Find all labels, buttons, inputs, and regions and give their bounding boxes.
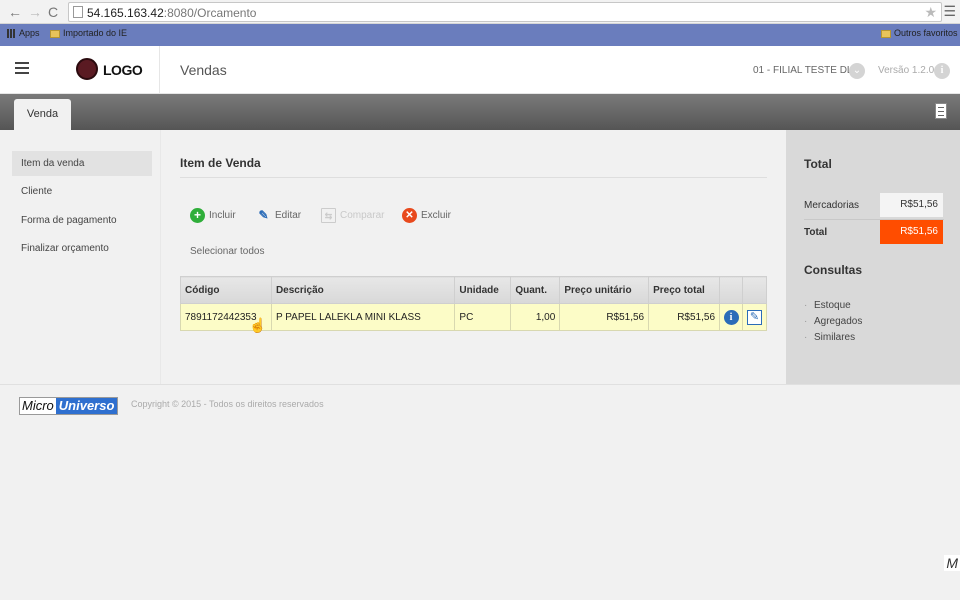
page-icon [73,6,83,18]
folder-icon [881,29,891,38]
star-icon[interactable]: ★ [924,4,937,21]
branch-selector[interactable]: 01 - FILIAL TESTE DLL [753,65,858,76]
column-header-info [719,276,743,304]
logo-text: LOGO [103,62,143,78]
pointer-cursor-icon: ☝ [249,317,267,333]
corner-letter: M [944,555,960,571]
column-header-unidade[interactable]: Unidade [454,276,512,304]
total-label: Total [804,227,828,238]
mercadorias-value: R$51,56 [880,193,943,217]
link-agregados[interactable]: Agregados [804,316,862,327]
url-input[interactable]: 54.165.163.42:8080/Orcamento ★ [68,2,942,22]
sidebar-item-cliente[interactable]: Cliente [12,179,152,204]
sidebar-item-item-da-venda[interactable]: Item da venda [12,151,152,176]
sidebar-item-finalizar-orcamento[interactable]: Finalizar orçamento [12,236,152,261]
column-header-descricao[interactable]: Descrição [270,276,456,304]
column-header-codigo[interactable]: Código [180,276,272,304]
edit-icon[interactable]: ✎ [746,309,762,325]
link-estoque[interactable]: Estoque [804,300,851,311]
app-header: LOGO Vendas 01 - FILIAL TESTE DLL ⌄ Vers… [0,46,960,94]
section-title: Item de Venda [180,156,261,170]
chevron-down-icon[interactable]: ⌄ [849,63,865,79]
apps-icon [7,29,16,39]
column-header-quant[interactable]: Quant. [510,276,561,304]
url-host: 54.165.163.42 [87,6,164,20]
compare-icon: ⇆ [321,208,336,223]
bookmark-outros[interactable]: Outros favoritos [881,28,958,38]
sidebar-item-forma-de-pagamento[interactable]: Forma de pagamento [12,208,152,233]
cell-edit: ✎ [741,303,768,331]
tab-venda[interactable]: Venda [14,99,71,130]
column-header-preco-total[interactable]: Preço total [648,276,721,304]
totals-panel: Total Mercadorias R$51,56 Total R$51,56 … [786,130,960,384]
url-path: :8080/Orcamento [163,6,257,20]
column-header-edit [741,276,768,304]
document-icon[interactable] [935,103,947,119]
brand-logo: Micro Universo [19,397,119,415]
bookmark-importado[interactable]: Importado do IE [50,28,127,38]
back-icon[interactable]: ← [8,3,22,21]
browser-address-bar: ← → C 54.165.163.42:8080/Orcamento ★ ☰ [0,0,960,24]
menu-icon[interactable]: ☰ [943,3,956,20]
divider [180,177,767,178]
reload-icon[interactable]: C [48,3,58,21]
logo-mark-icon [76,58,98,80]
copyright: Copyright © 2015 - Todos os direitos res… [131,399,324,409]
cell-unidade: PC [454,303,512,331]
info-icon[interactable]: i [723,309,739,325]
delete-icon: ✕ [402,208,417,223]
incluir-button[interactable]: + Incluir [190,208,236,224]
info-icon[interactable]: i [934,63,950,79]
link-similares[interactable]: Similares [804,332,855,343]
divider [160,130,161,384]
add-icon: + [190,208,205,223]
items-table: Código Descrição Unidade Quant. Preço un… [180,276,768,331]
brand-part1: Micro [20,398,56,414]
cell-preco-total: R$51,56 [648,303,721,331]
column-header-preco-unitario[interactable]: Preço unitário [559,276,650,304]
excluir-button[interactable]: ✕ Excluir [402,208,451,224]
forward-icon[interactable]: → [28,3,42,21]
total-value: R$51,56 [880,220,943,244]
table-row[interactable]: 7891172442353 P PAPEL LALEKLA MINI KLASS… [180,303,768,331]
total-title: Total [804,157,832,171]
cell-quant: 1,00 [510,303,561,331]
version-label: Versão 1.2.0 [878,65,935,76]
sidebar: Item da venda Cliente Forma de pagamento… [0,130,160,384]
mercadorias-label: Mercadorias [804,200,860,211]
editar-button[interactable]: ✎ Editar [256,208,301,224]
bookmarks-bar: Apps Importado do IE Outros favoritos [0,24,960,46]
page-title: Vendas [180,62,227,78]
cell-info: i [719,303,743,331]
hamburger-icon[interactable] [15,62,29,77]
bookmark-apps[interactable]: Apps [7,28,40,39]
footer: Micro Universo Copyright © 2015 - Todos o… [0,384,960,600]
comparar-button[interactable]: ⇆ Comparar [321,208,384,224]
brand-part2: Universo [55,398,118,414]
tab-bar: Venda [0,94,960,130]
table-header-row: Código Descrição Unidade Quant. Preço un… [180,276,768,304]
edit-icon: ✎ [258,208,269,222]
consultas-title: Consultas [804,263,863,277]
cell-descricao: P PAPEL LALEKLA MINI KLASS [270,303,456,331]
logo: LOGO [46,46,160,94]
cell-preco-unitario: R$51,56 [559,303,650,331]
folder-icon [50,29,60,38]
select-all-link[interactable]: Selecionar todos [190,246,265,257]
